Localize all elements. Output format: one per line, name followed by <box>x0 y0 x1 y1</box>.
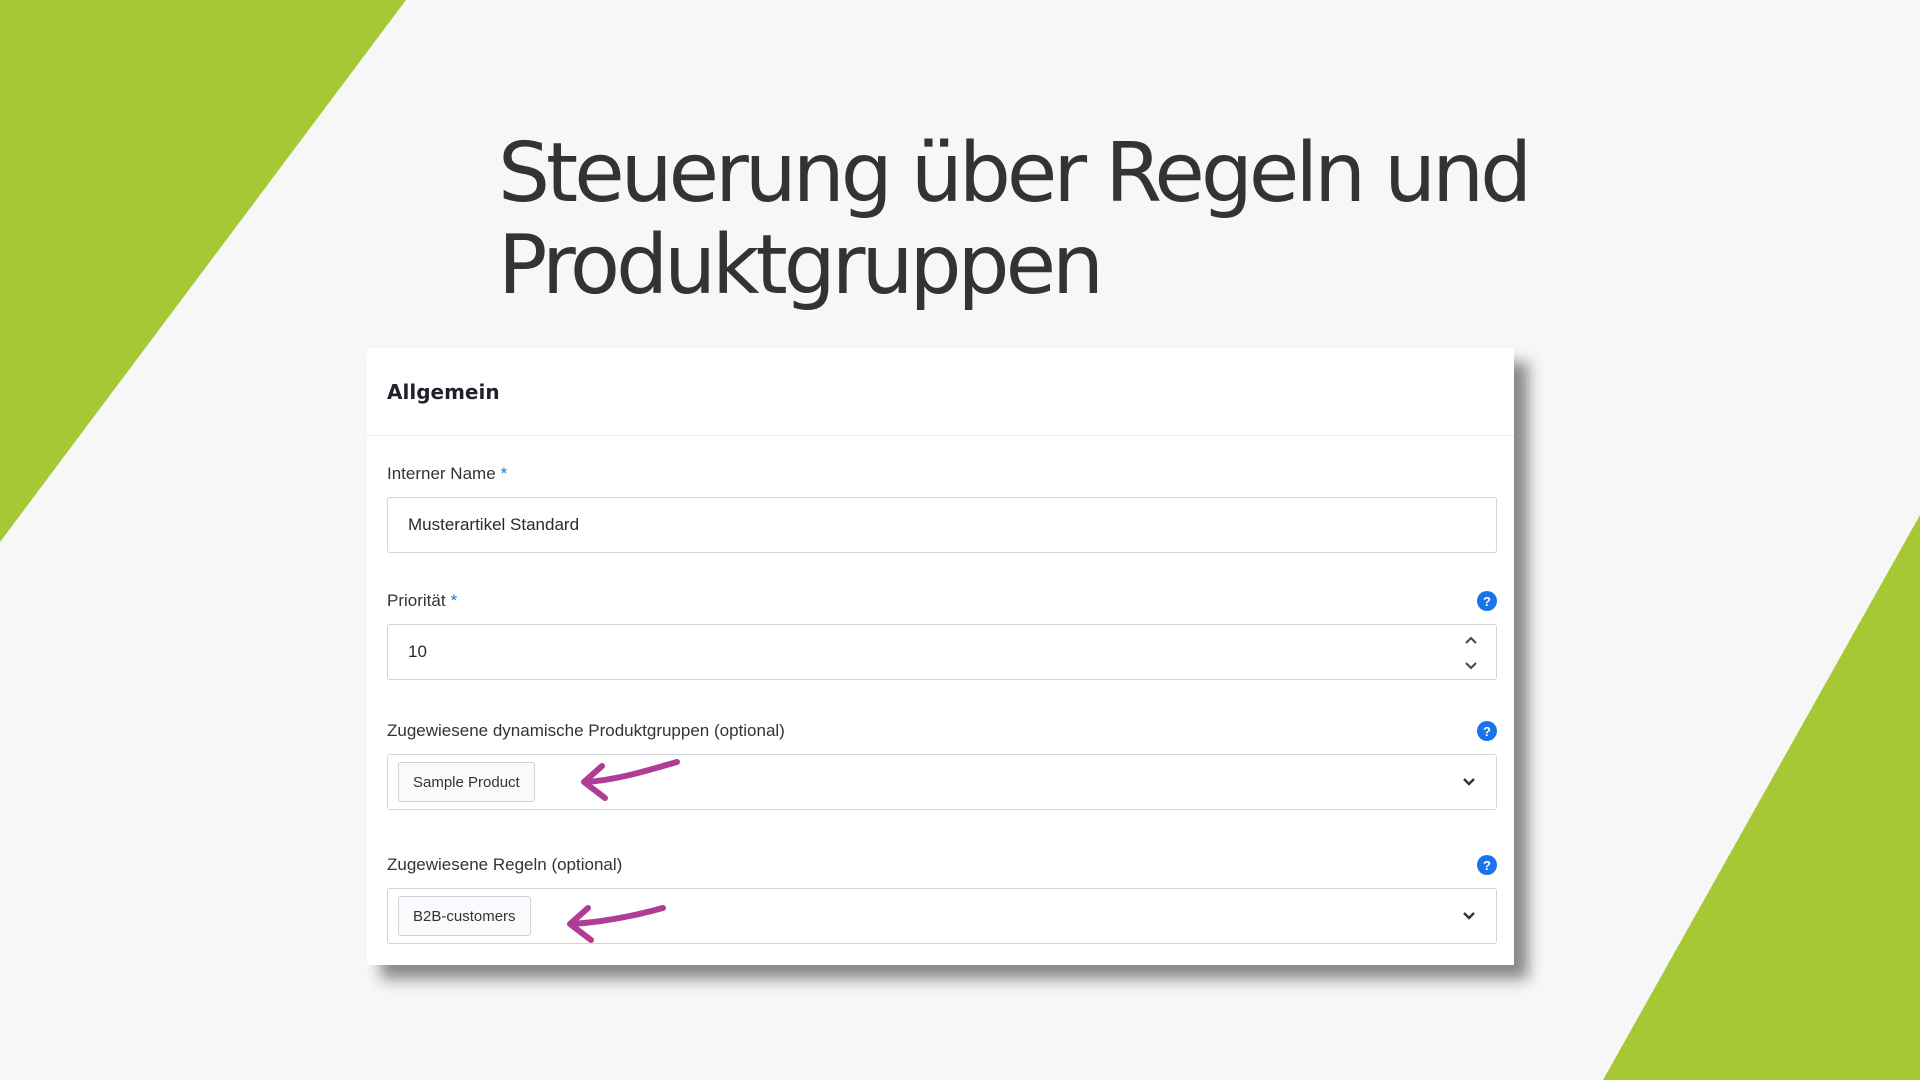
rules-select[interactable]: B2B-customers <box>387 888 1497 944</box>
required-marker: * <box>500 464 508 483</box>
green-triangle-left <box>0 0 406 542</box>
required-marker: * <box>450 591 458 610</box>
priority-help-icon[interactable]: ? <box>1477 591 1497 611</box>
slide-title-line-2: Produktgruppen <box>498 218 1104 313</box>
priority-stepper[interactable] <box>1464 633 1478 673</box>
rules-label: Zugewiesene Regeln (optional) <box>387 855 623 874</box>
settings-panel: Allgemein Interner Name * Musterartikel S… <box>367 348 1514 965</box>
arrow-icon <box>581 759 680 801</box>
priority-field: Priorität * ? 10 <box>387 588 1497 680</box>
chevron-down-icon[interactable] <box>1462 910 1476 922</box>
priority-value: 10 <box>408 642 427 661</box>
priority-label: Priorität * <box>387 591 458 610</box>
product-groups-help-icon[interactable]: ? <box>1477 721 1497 741</box>
product-groups-label: Zugewiesene dynamische Produktgruppen (o… <box>387 721 785 740</box>
product-group-tag[interactable]: Sample Product <box>398 762 535 802</box>
product-groups-label-row: Zugewiesene dynamische Produktgruppen (o… <box>387 718 1497 744</box>
chevron-up-icon <box>1465 636 1477 644</box>
product-groups-select[interactable]: Sample Product <box>387 754 1497 810</box>
internal-name-field: Interner Name * Musterartikel Standard <box>387 461 1497 553</box>
arrow-icon <box>567 905 666 943</box>
chevron-down-icon[interactable] <box>1462 776 1476 788</box>
rules-field: Zugewiesene Regeln (optional) ? B2B-cust… <box>387 852 1497 944</box>
rules-help-icon[interactable]: ? <box>1477 855 1497 875</box>
slide-title: Steuerung über Regeln und Produktgruppen <box>498 128 1598 312</box>
chevron-down-icon <box>1465 662 1477 670</box>
rules-label-row: Zugewiesene Regeln (optional) ? <box>387 852 1497 878</box>
internal-name-label: Interner Name * <box>387 464 508 483</box>
product-groups-field: Zugewiesene dynamische Produktgruppen (o… <box>387 718 1497 810</box>
internal-name-label-row: Interner Name * <box>387 461 1497 487</box>
green-triangle-right <box>1603 515 1920 1080</box>
internal-name-value: Musterartikel Standard <box>408 515 580 534</box>
rule-tag[interactable]: B2B-customers <box>398 896 531 936</box>
priority-number-input[interactable]: 10 <box>387 624 1497 680</box>
priority-label-row: Priorität * ? <box>387 588 1497 614</box>
internal-name-input[interactable]: Musterartikel Standard <box>387 497 1497 553</box>
slide-title-line-1: Steuerung über Regeln und <box>498 126 1532 221</box>
panel-heading: Allgemein <box>367 348 1514 436</box>
